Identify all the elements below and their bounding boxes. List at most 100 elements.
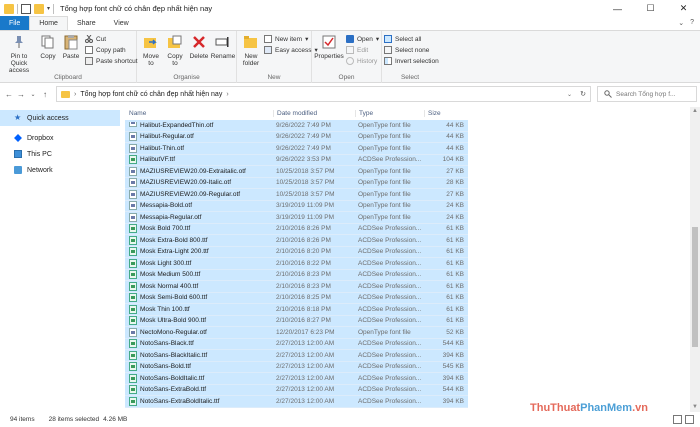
file-row[interactable]: Mosk Bold 700.ttf 2/10/2016 8:26 PM ACDSee… [125,223,468,235]
column-header-date[interactable]: Date modified [273,110,355,117]
file-name-cell: MAZIUSREVIEW20.09-Italic.otf [125,178,273,188]
address-dropdown-chevron-icon[interactable]: ⌄ [567,91,572,98]
file-row[interactable]: Mosk Light 300.ttf 2/10/2016 8:22 PM ACDSe… [125,258,468,270]
opentype-font-file-icon [129,143,137,153]
paste-shortcut-icon [85,57,93,65]
file-row[interactable]: Halibut-Regular.otf 9/26/2022 7:49 PM Open… [125,131,468,143]
file-type: OpenType font file [358,144,411,152]
edit-button[interactable]: Edit [346,46,368,54]
nav-item-network[interactable]: Network [0,162,120,178]
large-icons-view-icon[interactable] [685,415,694,424]
file-row[interactable]: Halibut-ExpandedThin.otf 9/26/2022 7:49 P… [125,120,468,132]
customize-toolbar-chevron-icon[interactable]: ▾ [47,5,50,12]
file-row[interactable]: Mosk Ultra-Bold 900.ttf 2/10/2016 8:27 PM… [125,315,468,327]
select-group: Select all Select none Invert selection … [382,31,439,83]
tab-view[interactable]: View [105,16,138,30]
file-row[interactable]: NotoSans-Black.ttf 2/27/2013 12:00 AM ACDS… [125,338,468,350]
select-none-button[interactable]: Select none [384,46,429,54]
file-row[interactable]: Mosk Thin 100.ttf 2/10/2016 8:18 PM ACDSee… [125,304,468,316]
file-type: ACDSee Profession... [358,374,422,382]
file-type: ACDSee Profession... [358,317,422,325]
file-row[interactable]: MAZIUSREVIEW20.09-Italic.otf 10/25/2018 3… [125,177,468,189]
selection-count: 28 items selected [48,416,100,423]
minimize-button[interactable]: — [601,0,634,17]
copy-path-button[interactable]: Copy path [85,46,126,54]
new-folder-icon[interactable] [34,3,44,14]
refresh-icon[interactable]: ↻ [580,90,586,98]
scrollbar-thumb[interactable] [692,227,698,347]
chevron-down-icon[interactable]: ⌄ [678,19,684,27]
scroll-down-icon[interactable]: ▼ [690,403,700,412]
file-row[interactable]: Mosk Extra-Bold 800.ttf 2/10/2016 8:26 PM… [125,235,468,247]
forward-arrow-icon[interactable]: → [15,90,27,99]
file-name-cell: Mosk Normal 400.ttf [125,281,273,291]
breadcrumb-chevron-icon[interactable]: › [74,91,76,98]
file-row[interactable]: MAZIUSREVIEW20.09-Regular.otf 10/25/2018 … [125,189,468,201]
search-input[interactable]: Search Tổng hợp f... [597,86,697,102]
column-header-name[interactable]: Name [125,110,273,117]
file-row[interactable]: Mosk Normal 400.ttf 2/10/2016 8:23 PM ACDS… [125,281,468,293]
tab-file[interactable]: File [0,16,30,30]
breadcrumb[interactable]: Tổng hợp font chữ có chân đẹp nhất hiện … [80,91,222,98]
file-date: 3/19/2019 11:09 PM [276,213,335,221]
new-item-button[interactable]: New item ▾ [264,35,308,43]
file-row[interactable]: NotoSans-Bold.ttf 2/27/2013 12:00 AM ACDSe… [125,361,468,373]
nav-item-quick-access[interactable]: ★ Quick access [0,110,120,126]
move-to-button[interactable]: Move to [140,34,162,67]
cut-button[interactable]: Cut [85,34,106,43]
file-size: 544 KB [442,386,464,394]
file-name: Messapia-Bold.otf [140,202,193,210]
file-row[interactable]: Mosk Extra-Light 200.ttf 2/10/2016 8:20 P… [125,246,468,258]
nav-item-dropbox[interactable]: Dropbox [0,130,120,146]
file-row[interactable]: NotoSans-BoldItalic.ttf 2/27/2013 12:00 A… [125,373,468,385]
column-header-size[interactable]: Size [424,110,467,117]
paste-shortcut-button[interactable]: Paste shortcut [85,57,138,65]
address-field[interactable]: › Tổng hợp font chữ có chân đẹp nhất hiệ… [56,86,591,102]
pin-to-quick-access-button[interactable]: Pin to Quick access [3,34,35,74]
invert-selection-button[interactable]: Invert selection [384,57,439,65]
file-row[interactable]: NotoSans-ExtraBoldItalic.ttf 2/27/2013 12… [125,396,468,408]
nav-item-this-pc[interactable]: This PC [0,146,120,162]
rename-button[interactable]: Rename [211,34,235,60]
delete-button[interactable]: Delete [189,34,209,60]
tab-home[interactable]: Home [29,16,68,30]
copy-to-button[interactable]: Copy to [164,34,186,67]
vertical-scrollbar[interactable]: ▲ ▼ [690,107,700,412]
help-icon[interactable]: ? [690,19,694,27]
file-row[interactable]: NotoSans-ExtraBold.ttf 2/27/2013 12:00 AM… [125,384,468,396]
properties-icon[interactable] [21,3,31,14]
column-header-type[interactable]: Type [355,110,424,117]
truetype-font-file-icon [129,155,137,165]
truetype-font-file-icon [129,339,137,349]
file-row[interactable]: NectoMono-Regular.otf 12/20/2017 6:23 PM O… [125,327,468,339]
tab-share[interactable]: Share [68,16,105,30]
new-folder-button[interactable]: New folder [240,34,262,67]
paste-button[interactable]: Paste [61,34,81,60]
file-row[interactable]: MAZIUSREVIEW20.09-Extraitalic.otf 10/25/2… [125,166,468,178]
scissors-icon [85,34,93,43]
select-all-button[interactable]: Select all [384,35,421,43]
file-row[interactable]: NotoSans-BlackItalic.ttf 2/27/2013 12:00 … [125,350,468,362]
properties-button[interactable]: Properties [314,34,344,60]
file-type: ACDSee Profession... [358,259,422,267]
maximize-button[interactable]: ☐ [634,0,667,17]
easy-access-button[interactable]: Easy access ▾ [264,46,318,54]
file-row[interactable]: Messapia-Bold.otf 3/19/2019 11:09 PM OpenT… [125,200,468,212]
back-arrow-icon[interactable]: ← [3,90,15,99]
file-row[interactable]: Halibut-Thin.otf 9/26/2022 7:49 PM OpenTyp… [125,143,468,155]
file-row[interactable]: Messapia-Regular.otf 3/19/2019 11:09 PM Op… [125,212,468,224]
copy-button[interactable]: Copy [38,34,58,60]
details-view-icon[interactable] [673,415,682,424]
close-button[interactable]: ✕ [667,0,700,17]
scroll-up-icon[interactable]: ▲ [690,107,700,116]
file-row[interactable]: Mosk Semi-Bold 600.ttf 2/10/2016 8:25 PM A… [125,292,468,304]
breadcrumb-chevron-icon[interactable]: › [226,91,228,98]
up-arrow-icon[interactable]: ↑ [39,90,51,99]
file-row[interactable]: HalibutVF.ttf 9/26/2022 3:53 PM ACDSee Pro… [125,154,468,166]
file-row[interactable]: Mosk Medium 500.ttf 2/10/2016 8:23 PM ACDS… [125,269,468,281]
file-size: 61 KB [446,259,464,267]
folder-icon [61,90,70,98]
history-button[interactable]: History [346,57,377,65]
recent-locations-chevron-icon[interactable]: ⌄ [27,91,39,98]
open-button[interactable]: Open ▾ [346,35,379,43]
